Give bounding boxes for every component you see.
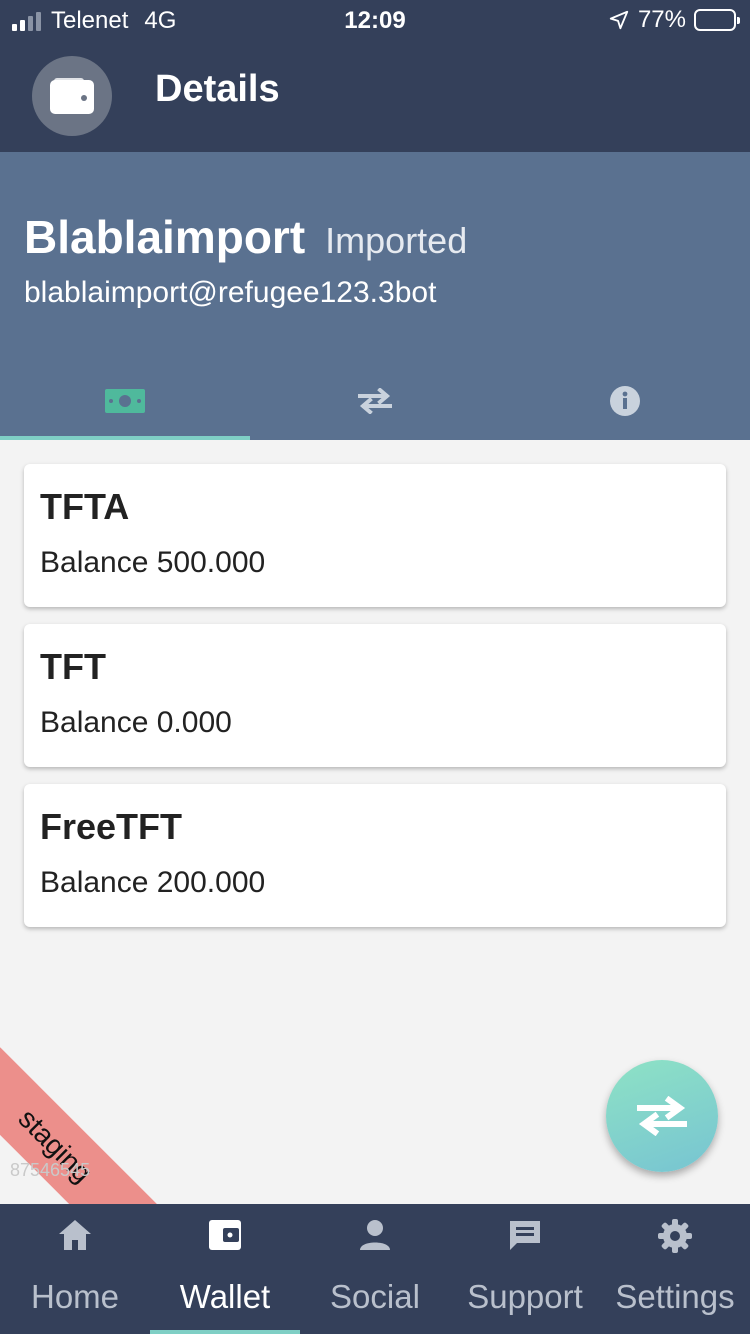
coin-name: TFT [40, 646, 106, 687]
wallet-icon [209, 1220, 241, 1250]
info-icon [610, 386, 640, 416]
wallet-icon [50, 78, 94, 114]
wallet-name-row: Blablaimport Imported [24, 210, 467, 264]
bottom-nav: Home Wallet Social Support Settings [0, 1204, 750, 1334]
transfer-fab-button[interactable] [606, 1060, 718, 1172]
nav-wallet[interactable]: Wallet [150, 1204, 300, 1334]
build-number: 87546545 [10, 1160, 91, 1180]
wallet-tabs [0, 362, 750, 440]
coin-name: TFTA [40, 486, 130, 527]
tab-info[interactable] [500, 362, 750, 440]
person-icon [360, 1220, 390, 1250]
coin-balance: Balance 500.000 [40, 546, 266, 579]
transfer-icon [358, 388, 392, 414]
nav-support[interactable]: Support [450, 1204, 600, 1334]
coin-name: FreeTFT [40, 806, 183, 847]
status-bar: Telenet 4G 12:09 77% [0, 0, 750, 40]
wallet-type: Imported [325, 220, 468, 261]
balance-card[interactable]: FreeTFT Balance 200.000 [24, 784, 726, 927]
balance-card[interactable]: TFTA Balance 500.000 [24, 464, 726, 607]
tab-balances[interactable] [0, 362, 250, 440]
nav-label: Wallet [179, 1278, 271, 1315]
gear-icon [658, 1219, 692, 1253]
battery-icon [694, 9, 740, 31]
status-right: 77% [608, 6, 740, 34]
tab-transactions[interactable] [250, 362, 500, 440]
home-icon [59, 1220, 91, 1250]
wallet-avatar [32, 56, 112, 136]
nav-label: Home [30, 1278, 120, 1315]
nav-settings[interactable]: Settings [600, 1204, 750, 1334]
wallet-address: blablaimport@refugee123.3bot [24, 276, 437, 309]
balance-card[interactable]: TFT Balance 0.000 [24, 624, 726, 767]
money-icon [105, 389, 145, 413]
location-arrow-icon [609, 10, 629, 30]
nav-label: Settings [615, 1278, 735, 1315]
transfer-icon [637, 1096, 687, 1136]
nav-social[interactable]: Social [300, 1204, 450, 1334]
nav-label: Support [467, 1278, 583, 1315]
nav-home[interactable]: Home [0, 1204, 150, 1334]
chat-icon [510, 1221, 540, 1250]
page-title: Details [155, 68, 280, 110]
wallet-name: Blablaimport [24, 211, 306, 263]
coin-balance: Balance 0.000 [40, 706, 232, 739]
battery-percent: 77% [637, 6, 686, 33]
nav-label: Social [330, 1278, 420, 1315]
app-bar: Details [0, 40, 750, 152]
balance-list: TFTA Balance 500.000 TFT Balance 0.000 F… [24, 464, 726, 944]
coin-balance: Balance 200.000 [40, 866, 266, 899]
wallet-header: Blablaimport Imported blablaimport@refug… [0, 152, 750, 440]
